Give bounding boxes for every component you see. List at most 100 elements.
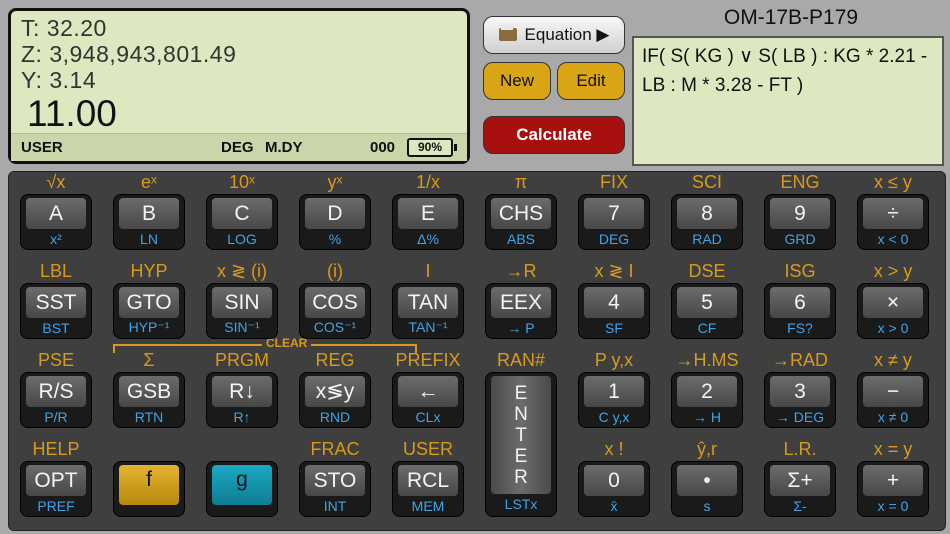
key-C[interactable]: C LOG	[207, 195, 277, 249]
key-STO[interactable]: STO INT	[300, 462, 370, 516]
g-label: CF	[697, 320, 717, 336]
key-label: 4	[584, 287, 644, 318]
f-label: x = y	[873, 439, 913, 459]
key-6[interactable]: 6 FS?	[765, 284, 835, 338]
key-CHS[interactable]: CHS ABS	[486, 195, 556, 249]
key-label: OPT	[26, 465, 86, 496]
key-GTO[interactable]: GTO HYP⁻¹	[114, 284, 184, 338]
key-×[interactable]: × x > 0	[858, 284, 928, 338]
g-label: x = 0	[877, 498, 909, 514]
key-label: 8	[677, 198, 737, 229]
key-4[interactable]: 4 SF	[579, 284, 649, 338]
g-label: RTN	[134, 409, 164, 425]
g-label: x̄	[610, 498, 618, 514]
key-5[interactable]: 5 CF	[672, 284, 742, 338]
key-g[interactable]: g	[207, 462, 277, 516]
key-A[interactable]: Ax²	[21, 195, 91, 249]
f-label: FIX	[599, 172, 628, 192]
key-GSB[interactable]: GSB RTN	[114, 373, 184, 427]
enter-letter: R	[514, 466, 528, 488]
key-1[interactable]: 1 C y,x	[579, 373, 649, 427]
key-EEX[interactable]: EEX → P	[486, 284, 556, 338]
key-−[interactable]: − x ≠ 0	[858, 373, 928, 427]
f-label: HELP	[32, 439, 80, 459]
g-label: → DEG	[775, 409, 825, 425]
key-x≶y[interactable]: x≶y RND	[300, 373, 370, 427]
edit-button[interactable]: Edit	[557, 62, 625, 100]
key-label: 9	[770, 198, 830, 229]
g-label: P/R	[44, 409, 68, 425]
equation-button[interactable]: Equation ▶	[483, 16, 625, 54]
f-label: 1/x	[415, 172, 440, 192]
key-B[interactable]: B LN	[114, 195, 184, 249]
f-label: x ≷ (i)	[216, 261, 268, 281]
enter-letter: E	[514, 445, 528, 467]
key-label: SST	[26, 287, 86, 318]
key-label: +	[863, 465, 923, 496]
angle-mode-indicator: DEG	[221, 139, 254, 156]
enter-key[interactable]: E N T E R LSTx	[486, 373, 556, 516]
key-D[interactable]: D%	[300, 195, 370, 249]
key-label: 2	[677, 376, 737, 407]
key-0[interactable]: 0 x̄	[579, 462, 649, 516]
f-label: I	[425, 261, 431, 281]
key-←[interactable]: ← CLx	[393, 373, 463, 427]
f-label: ENG	[780, 172, 820, 192]
key-label: ←	[398, 376, 458, 407]
key-SST[interactable]: SST BST	[21, 284, 91, 338]
key-label: SIN	[212, 287, 272, 318]
f-label: →H.MS	[675, 350, 739, 370]
key-E[interactable]: E Δ%	[393, 195, 463, 249]
key-SIN[interactable]: SIN SIN⁻¹	[207, 284, 277, 338]
g-label: ABS	[506, 231, 535, 247]
key-label: 5	[677, 287, 737, 318]
new-button[interactable]: New	[483, 62, 551, 100]
status-bar: USER DEG M.DY 000 90%	[11, 133, 467, 161]
f-label: HYP	[130, 261, 168, 281]
f-label: LBL	[39, 261, 73, 281]
calculate-button[interactable]: Calculate	[483, 116, 625, 154]
key-label: GSB	[119, 376, 179, 407]
key-label: R↓	[212, 376, 272, 407]
g-label: DEG	[598, 231, 630, 247]
equation-button-label: Equation ▶	[524, 25, 610, 44]
f-label: Σ	[143, 350, 155, 370]
f-label: ISG	[784, 261, 816, 281]
key-label: CHS	[491, 198, 551, 229]
key-label: STO	[305, 465, 365, 496]
g-label: x > 0	[877, 320, 909, 336]
key-TAN[interactable]: TAN TAN⁻¹	[393, 284, 463, 338]
g-label: LOG	[227, 231, 257, 247]
key-3[interactable]: 3 → DEG	[765, 373, 835, 427]
equation-text[interactable]: IF( S( KG ) ∨ S( LB ) : KG * 2.21 - LB :…	[632, 36, 944, 166]
key-RCL[interactable]: RCL MEM	[393, 462, 463, 516]
f-label: eˣ	[141, 172, 157, 192]
f-label: x ≤ y	[874, 172, 912, 192]
g-label: RND	[319, 409, 351, 425]
key-9[interactable]: 9 GRD	[765, 195, 835, 249]
f-label: SCI	[691, 172, 722, 192]
key-8[interactable]: 8 RAD	[672, 195, 742, 249]
f-label: 10ˣ	[229, 172, 255, 192]
g-label: → P	[507, 320, 535, 336]
key-COS[interactable]: COS COS⁻¹	[300, 284, 370, 338]
t-register: T: 32.20	[21, 15, 107, 41]
key-7[interactable]: 7 DEG	[579, 195, 649, 249]
key-OPT[interactable]: OPT PREF	[21, 462, 91, 516]
key-R/S[interactable]: R/S P/R	[21, 373, 91, 427]
g-label: R↑	[233, 409, 251, 425]
key-f[interactable]: f	[114, 462, 184, 516]
key-2[interactable]: 2 → H	[672, 373, 742, 427]
f-label: x ≠ y	[874, 350, 912, 370]
key-label: RCL	[398, 465, 458, 496]
key-label: D	[305, 198, 365, 229]
key-•[interactable]: • s	[672, 462, 742, 516]
g-label: Σ-	[793, 498, 807, 514]
key-+[interactable]: + x = 0	[858, 462, 928, 516]
f-label: RAN#	[496, 350, 545, 370]
key-÷[interactable]: ÷ x < 0	[858, 195, 928, 249]
flags-indicator: 000	[370, 139, 396, 156]
key-Σ+[interactable]: Σ+ Σ-	[765, 462, 835, 516]
g-label: FS?	[787, 320, 813, 336]
key-R↓[interactable]: R↓ R↑	[207, 373, 277, 427]
